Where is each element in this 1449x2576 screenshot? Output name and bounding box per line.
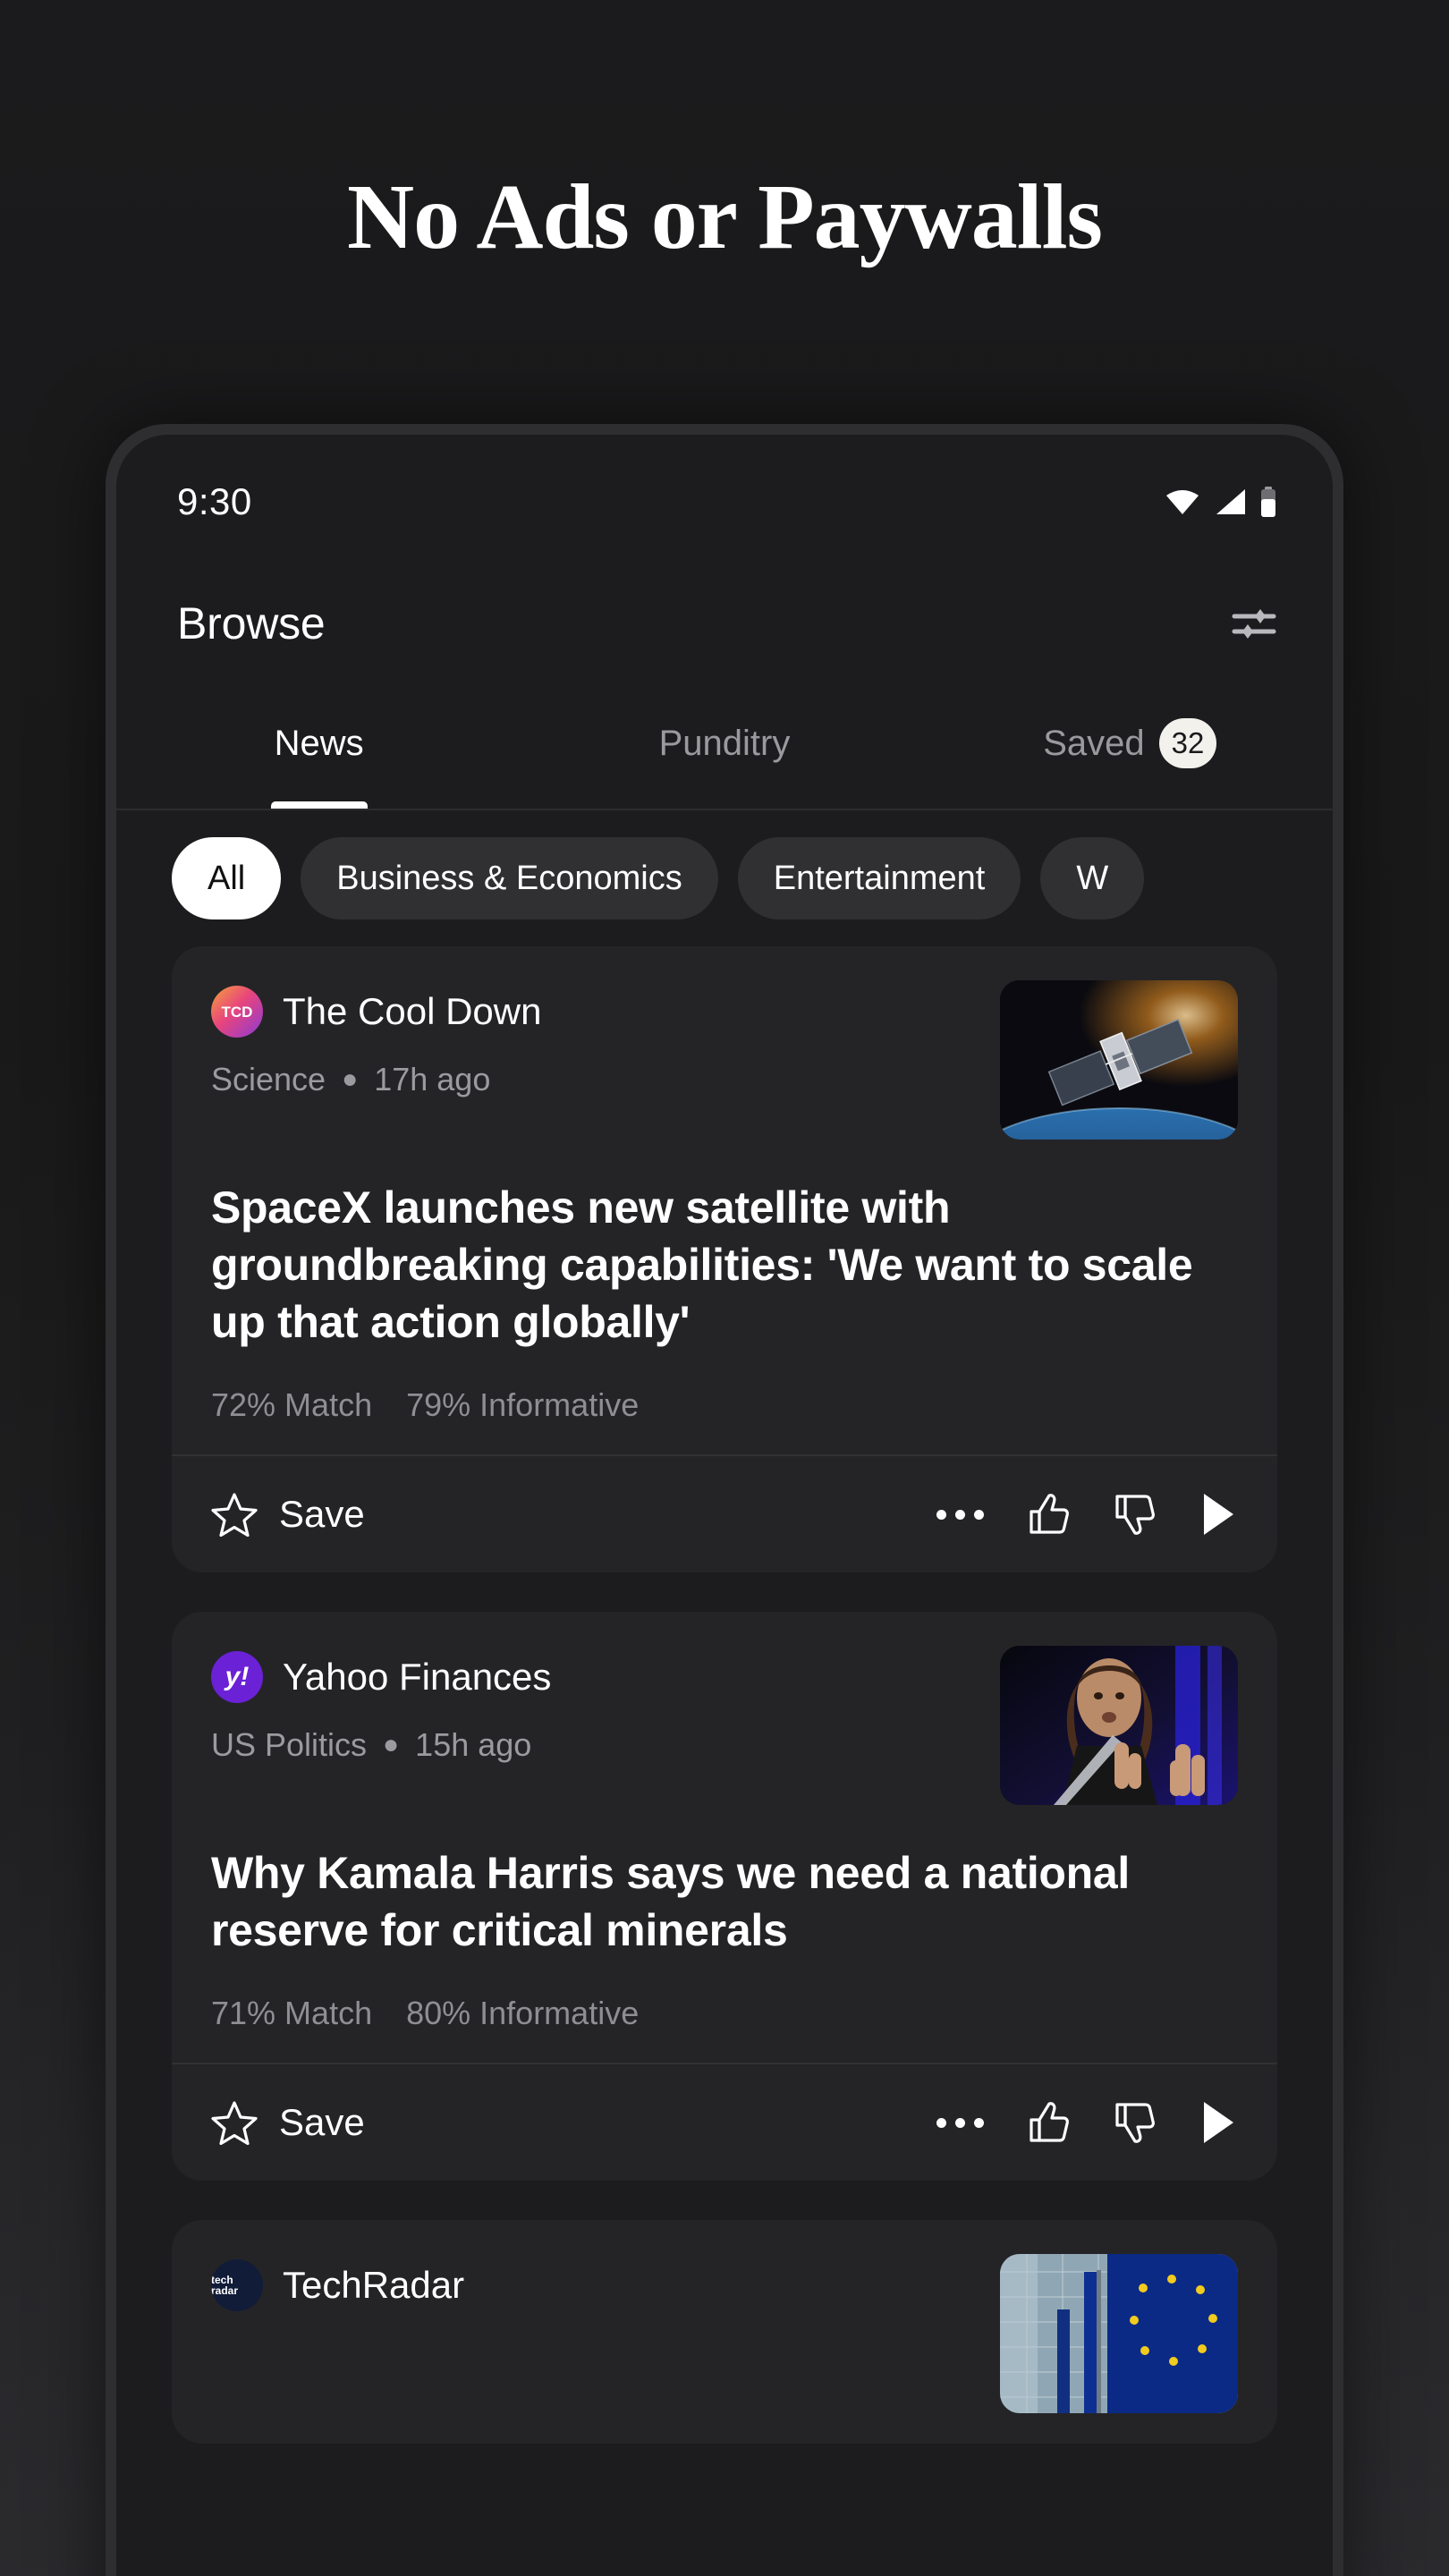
saved-count-badge: 32 bbox=[1158, 718, 1217, 768]
article-thumbnail[interactable] bbox=[1000, 1646, 1238, 1805]
article-action-icons bbox=[936, 2099, 1238, 2146]
play-icon[interactable] bbox=[1197, 1491, 1238, 1538]
eu-flags-building-thumbnail bbox=[1000, 2254, 1238, 2413]
chip-entertainment[interactable]: Entertainment bbox=[737, 837, 1021, 919]
article-source-name: TechRadar bbox=[283, 2264, 465, 2306]
article-informative-score: 80% Informative bbox=[406, 1995, 640, 2031]
article-category: US Politics bbox=[211, 1726, 368, 1763]
article-match-score: 71% Match bbox=[211, 1995, 373, 2031]
article-stats: 72% Match 79% Informative bbox=[211, 1386, 1238, 1424]
article-body: tech radar TechRadar bbox=[172, 2220, 1277, 2444]
article-card[interactable]: tech radar TechRadar bbox=[172, 2220, 1277, 2444]
ellipsis-icon[interactable] bbox=[936, 2117, 984, 2128]
app-bar: Browse bbox=[116, 569, 1333, 678]
promo-headline: No Ads or Paywalls bbox=[347, 165, 1103, 268]
thumbs-up-icon[interactable] bbox=[1025, 1492, 1070, 1537]
meta-separator-dot: ● bbox=[342, 1064, 359, 1094]
tcd-logo-icon: TCD bbox=[211, 986, 263, 1038]
wifi-icon bbox=[1166, 490, 1199, 514]
category-chip-row[interactable]: All Business & Economics Entertainment W bbox=[116, 810, 1333, 946]
chip-all[interactable]: All bbox=[172, 837, 282, 919]
article-header: tech radar TechRadar bbox=[211, 2254, 1238, 2413]
thumbs-down-icon[interactable] bbox=[1111, 2100, 1156, 2145]
article-feed: TCD The Cool Down Science ● 17h ago Spac… bbox=[116, 946, 1333, 2444]
signal-icon bbox=[1216, 489, 1245, 514]
ellipsis-icon[interactable] bbox=[936, 1509, 984, 1520]
article-header: TCD The Cool Down Science ● 17h ago bbox=[211, 980, 1238, 1140]
article-match-score: 72% Match bbox=[211, 1386, 373, 1423]
save-button-label: Save bbox=[279, 1493, 365, 1535]
techradar-logo-icon: tech radar bbox=[211, 2259, 263, 2311]
article-source-block: y! Yahoo Finances US Politics ● 15h ago bbox=[211, 1646, 979, 1764]
tab-punditry[interactable]: Punditry bbox=[521, 678, 927, 809]
article-informative-score: 79% Informative bbox=[406, 1386, 640, 1423]
thumbs-down-icon[interactable] bbox=[1111, 1492, 1156, 1537]
save-button-label: Save bbox=[279, 2101, 365, 2143]
tab-news-label: News bbox=[274, 723, 364, 763]
article-time: 15h ago bbox=[415, 1726, 532, 1763]
article-meta: Science ● 17h ago bbox=[211, 1061, 979, 1098]
tab-punditry-label: Punditry bbox=[658, 723, 791, 763]
article-time: 17h ago bbox=[374, 1061, 491, 1097]
article-source-block: TCD The Cool Down Science ● 17h ago bbox=[211, 980, 979, 1098]
chip-business-economics[interactable]: Business & Economics bbox=[301, 837, 718, 919]
article-thumbnail[interactable] bbox=[1000, 2254, 1238, 2413]
article-source-name: The Cool Down bbox=[283, 990, 542, 1032]
battery-icon bbox=[1261, 487, 1275, 517]
sliders-icon[interactable] bbox=[1231, 604, 1277, 643]
article-body: y! Yahoo Finances US Politics ● 15h ago bbox=[172, 1612, 1277, 2063]
star-icon bbox=[211, 1493, 258, 1537]
meta-separator-dot: ● bbox=[383, 1730, 400, 1759]
article-source-name: Yahoo Finances bbox=[283, 1656, 552, 1698]
article-action-icons bbox=[936, 1491, 1238, 1538]
article-card[interactable]: y! Yahoo Finances US Politics ● 15h ago bbox=[172, 1612, 1277, 2181]
article-headline: Why Kamala Harris says we need a nationa… bbox=[211, 1848, 1131, 1955]
article-stats: 71% Match 80% Informative bbox=[211, 1995, 1238, 2032]
star-icon bbox=[211, 2101, 258, 2145]
status-icons bbox=[1165, 487, 1277, 517]
article-body: TCD The Cool Down Science ● 17h ago Spac… bbox=[172, 946, 1277, 1454]
status-time: 9:30 bbox=[177, 480, 252, 522]
phone-frame: 9:30 Browse News Punditry Saved 32 All B… bbox=[106, 424, 1343, 2576]
status-bar: 9:30 bbox=[116, 435, 1333, 569]
play-icon[interactable] bbox=[1197, 2099, 1238, 2146]
article-action-bar: Save bbox=[172, 2063, 1277, 2181]
phone-screen: 9:30 Browse News Punditry Saved 32 All B… bbox=[116, 435, 1333, 2576]
tab-saved-label: Saved bbox=[1043, 723, 1145, 763]
article-headline: SpaceX launches new satellite with groun… bbox=[211, 1182, 1193, 1347]
article-source-block: tech radar TechRadar bbox=[211, 2254, 979, 2334]
save-button[interactable]: Save bbox=[211, 1492, 365, 1537]
kamala-harris-speaking-thumbnail bbox=[1000, 1646, 1238, 1805]
article-header: y! Yahoo Finances US Politics ● 15h ago bbox=[211, 1646, 1238, 1805]
chip-world[interactable]: W bbox=[1040, 837, 1145, 919]
article-card[interactable]: TCD The Cool Down Science ● 17h ago Spac… bbox=[172, 946, 1277, 1572]
tab-bar: News Punditry Saved 32 bbox=[116, 678, 1333, 810]
thumbs-up-icon[interactable] bbox=[1025, 2100, 1070, 2145]
article-source-line: y! Yahoo Finances bbox=[211, 1651, 979, 1703]
article-source-line: tech radar TechRadar bbox=[211, 2259, 979, 2311]
satellite-over-earth-thumbnail bbox=[1000, 980, 1238, 1140]
tab-saved[interactable]: Saved 32 bbox=[928, 678, 1333, 809]
article-category: Science bbox=[211, 1061, 326, 1097]
article-thumbnail[interactable] bbox=[1000, 980, 1238, 1140]
save-button[interactable]: Save bbox=[211, 2100, 365, 2145]
article-action-bar: Save bbox=[172, 1454, 1277, 1572]
promo-screenshot: No Ads or Paywalls 9:30 Browse News Pund… bbox=[0, 0, 1449, 2576]
article-source-line: TCD The Cool Down bbox=[211, 986, 979, 1038]
page-title: Browse bbox=[177, 598, 326, 648]
article-meta: US Politics ● 15h ago bbox=[211, 1726, 979, 1764]
yahoo-logo-icon: y! bbox=[211, 1651, 263, 1703]
tab-news[interactable]: News bbox=[116, 678, 521, 809]
